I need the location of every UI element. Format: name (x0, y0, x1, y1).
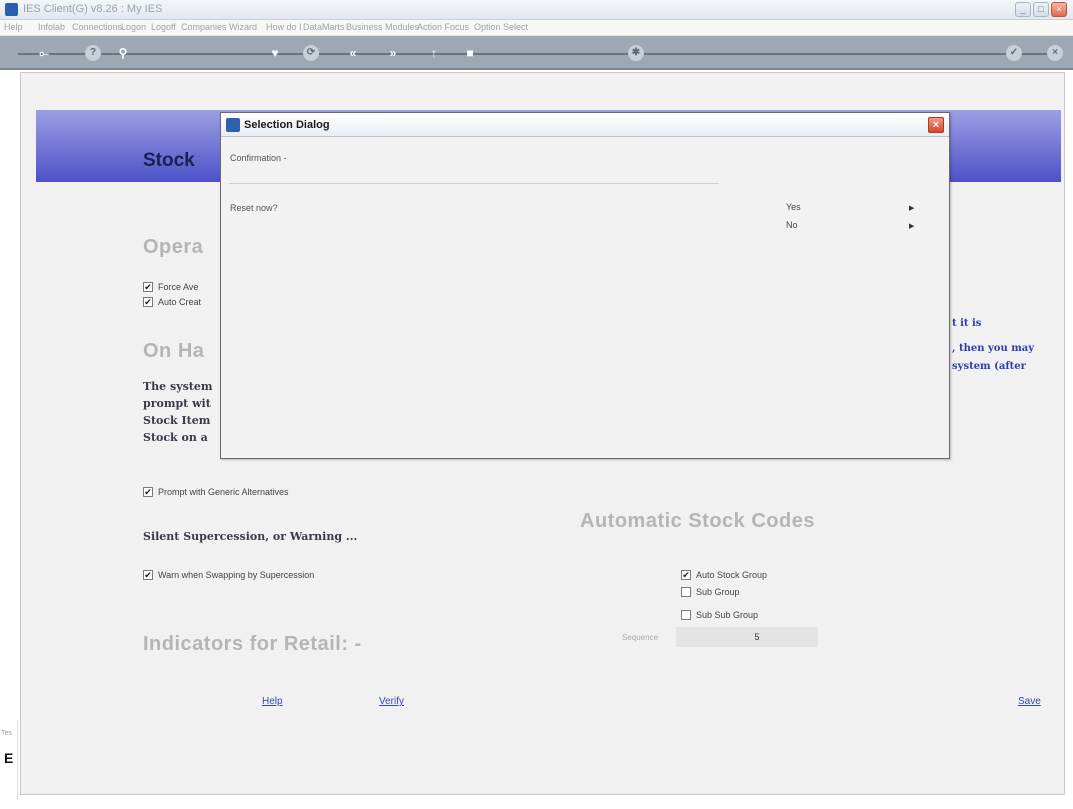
checkbox-box[interactable]: ✔ (143, 487, 153, 497)
checkbox-box[interactable]: ✔ (143, 282, 153, 292)
option-yes[interactable]: Yes (786, 202, 801, 212)
menu-infolab[interactable]: Infolab (38, 22, 65, 32)
checkbox-label: Sub Group (696, 587, 740, 597)
checkbox-auto-creat[interactable]: ✔ Auto Creat (143, 297, 201, 307)
body-text-right: system (after (952, 361, 1026, 372)
confirm-icon[interactable]: ✓ (1006, 45, 1022, 61)
close-window-button[interactable]: × (1051, 2, 1067, 17)
dialog-title: Selection Dialog (244, 119, 330, 131)
settings-icon[interactable]: ✱ (628, 45, 644, 61)
checkbox-force-ave[interactable]: ✔ Force Ave (143, 282, 198, 292)
sequence-label: Sequence (622, 633, 659, 642)
stop-icon[interactable]: ■ (462, 45, 478, 61)
menu-logoff[interactable]: Logoff (151, 22, 176, 32)
verify-link[interactable]: Verify (379, 696, 404, 707)
checkbox-box[interactable]: ✔ (681, 570, 691, 580)
dialog-title-bar[interactable]: Selection Dialog × (221, 113, 949, 137)
checkbox-auto-stock-group[interactable]: ✔ Auto Stock Group (681, 570, 767, 580)
menu-wizard[interactable]: Wizard (229, 22, 257, 32)
menu-logon[interactable]: Logon (121, 22, 146, 32)
selection-dialog: Selection Dialog × Confirmation - Reset … (220, 112, 950, 459)
section-operations: Opera (143, 236, 204, 258)
menu-help[interactable]: Help (4, 22, 23, 32)
window-title-bar: IES Client(G) v8.26 : My IES _ □ × (0, 0, 1073, 20)
section-indicators-retail: Indicators for Retail: - (143, 633, 362, 655)
checkbox-label: Warn when Swapping by Supercession (158, 570, 315, 580)
help-link[interactable]: Help (262, 696, 283, 707)
dialog-confirmation-label: Confirmation - (230, 153, 287, 163)
checkbox-prompt-generic[interactable]: ✔ Prompt with Generic Alternatives (143, 487, 289, 497)
dialog-close-button[interactable]: × (928, 117, 944, 133)
checkbox-box[interactable] (681, 610, 691, 620)
exit-icon[interactable]: × (1047, 45, 1063, 61)
checkbox-label: Sub Sub Group (696, 610, 759, 620)
body-text-line: prompt wit (143, 397, 211, 410)
search-icon[interactable]: ⚲ (115, 45, 131, 61)
triangle-right-icon[interactable]: ▶ (909, 222, 914, 230)
checkbox-label: Prompt with Generic Alternatives (158, 487, 289, 497)
section-on-hand: On Ha (143, 340, 205, 362)
minimize-button[interactable]: _ (1015, 2, 1031, 17)
menu-business-modules[interactable]: Business Modules (346, 22, 419, 32)
dialog-question: Reset now? (230, 203, 278, 213)
checkbox-box[interactable] (681, 587, 691, 597)
body-text-line: Stock on a (143, 431, 208, 444)
checkbox-box[interactable]: ✔ (143, 570, 153, 580)
rewind-icon[interactable]: « (345, 45, 361, 61)
fast-forward-icon[interactable]: » (385, 45, 401, 61)
left-stub-letter: E (4, 750, 14, 766)
menu-option-select[interactable]: Option Select (474, 22, 528, 32)
body-text-line: The system (143, 380, 213, 393)
checkbox-label: Force Ave (158, 282, 199, 292)
menu-how-do-i[interactable]: How do I (266, 22, 302, 32)
triangle-right-icon[interactable]: ▶ (909, 204, 914, 212)
option-no[interactable]: No (786, 220, 798, 230)
checkbox-box[interactable]: ✔ (143, 297, 153, 307)
up-icon[interactable]: ↑ (426, 45, 442, 61)
menu-connections[interactable]: Connections (72, 22, 122, 32)
toolbar-rail (18, 53, 1055, 55)
checkbox-sub-sub-group[interactable]: Sub Sub Group (681, 610, 758, 620)
save-link[interactable]: Save (1018, 696, 1041, 707)
body-text-right: , then you may (952, 343, 1035, 354)
left-stub-text: Tes (1, 730, 12, 737)
checkbox-warn-swapping[interactable]: ✔ Warn when Swapping by Supercession (143, 570, 314, 580)
body-text-right: t it is (952, 318, 982, 329)
dialog-app-icon (226, 118, 240, 132)
silent-supercession-heading: Silent Supercession, or Warning ... (143, 530, 358, 543)
checkbox-label: Auto Creat (158, 297, 202, 307)
menu-companies[interactable]: Companies (181, 22, 227, 32)
section-automatic-stock-codes: Automatic Stock Codes (580, 510, 815, 532)
toolbar: ⟜ ? ⚲ ♥ ⟳ « » ↑ ■ ✱ ✓ × (0, 36, 1073, 70)
window-title: IES Client(G) v8.26 : My IES (23, 3, 163, 15)
heart-icon[interactable]: ♥ (267, 45, 283, 61)
app-icon (5, 3, 18, 16)
back-arrow-icon[interactable]: ⟜ (36, 45, 52, 61)
refresh-icon[interactable]: ⟳ (303, 45, 319, 61)
left-side-stub: Tes E (0, 720, 18, 800)
sequence-input[interactable]: 5 (676, 627, 818, 647)
checkbox-sub-group[interactable]: Sub Group (681, 587, 740, 597)
help-icon[interactable]: ? (85, 45, 101, 61)
menu-bar: Help Infolab Connections Logon Logoff Co… (0, 20, 1073, 36)
menu-action-focus[interactable]: Action Focus (417, 22, 469, 32)
page-title: Stock (143, 150, 195, 171)
menu-datamarts[interactable]: DataMarts (303, 22, 345, 32)
body-text-line: Stock Item (143, 414, 211, 427)
maximize-button[interactable]: □ (1033, 2, 1049, 17)
dialog-separator (229, 183, 719, 184)
checkbox-label: Auto Stock Group (696, 570, 768, 580)
